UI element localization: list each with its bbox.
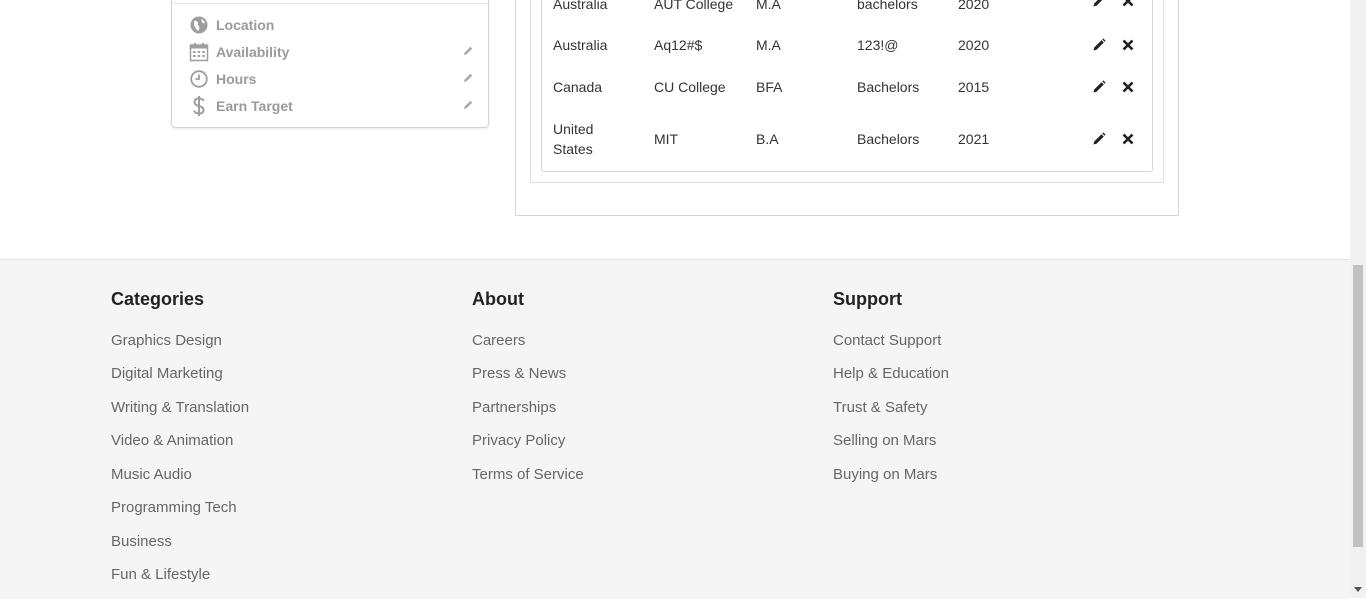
scroll-down-arrow-icon[interactable] [1354, 587, 1362, 592]
card-divider [172, 3, 488, 4]
clock-icon [188, 68, 210, 90]
earn-target-label: Earn Target [216, 98, 293, 114]
page-scrollbar[interactable] [1350, 0, 1366, 598]
title-cell: BFA [756, 79, 783, 95]
footer-link[interactable]: Partnerships [472, 399, 556, 417]
site-footer: Categories Graphics Design Digital Marke… [0, 259, 1350, 599]
footer-link[interactable]: Buying on Mars [833, 466, 937, 484]
footer-link[interactable]: Terms of Service [472, 466, 584, 484]
edit-availability-pencil-icon[interactable] [462, 44, 474, 56]
location-row: Location [188, 13, 474, 37]
edit-earn-target-pencil-icon[interactable] [462, 98, 474, 110]
year-cell: 2015 [958, 79, 990, 95]
footer-link[interactable]: Press & News [472, 365, 566, 383]
education-table [541, 0, 1153, 172]
footer-link[interactable]: Contact Support [833, 332, 941, 350]
footer-heading-about: About [472, 289, 524, 309]
major-cell: Bachelors [857, 131, 920, 147]
delete-x-icon[interactable] [1121, 38, 1135, 52]
edit-pencil-icon[interactable] [1092, 38, 1106, 52]
footer-link[interactable]: Business [111, 533, 172, 551]
major-cell: Bachelors [857, 79, 920, 95]
major-cell: 123!@ [857, 37, 899, 53]
college-cell: AUT College [654, 0, 734, 12]
title-cell: B.A [756, 131, 779, 147]
dollar-icon [188, 95, 210, 117]
title-cell: M.A [756, 37, 781, 53]
footer-link[interactable]: Privacy Policy [472, 432, 565, 450]
country-cell: Canada [553, 79, 603, 95]
year-cell: 2021 [958, 131, 990, 147]
country-cell: United States [553, 121, 594, 157]
footer-link[interactable]: Music Audio [111, 466, 192, 484]
hours-label: Hours [216, 71, 257, 87]
college-cell: CU College [654, 79, 726, 95]
year-cell: 2020 [958, 37, 990, 53]
footer-link[interactable]: Careers [472, 332, 525, 350]
scrollbar-thumb[interactable] [1353, 265, 1363, 547]
edit-pencil-icon[interactable] [1092, 132, 1106, 146]
college-cell: Aq12#$ [654, 37, 703, 53]
globe-icon [188, 14, 210, 36]
title-cell: M.A [756, 0, 781, 12]
footer-link[interactable]: Selling on Mars [833, 432, 936, 450]
profile-info-card: Location Availability Hours Earn Target [171, 0, 489, 128]
edit-pencil-icon[interactable] [1092, 0, 1106, 8]
availability-row: Availability [188, 40, 474, 64]
footer-link[interactable]: Digital Marketing [111, 365, 223, 383]
footer-link[interactable]: Trust & Safety [833, 399, 927, 417]
footer-categories-column: Categories Graphics Design Digital Marke… [111, 289, 249, 583]
earn-target-row: Earn Target [188, 94, 474, 118]
location-label: Location [216, 17, 275, 33]
footer-link[interactable]: Programming Tech [111, 499, 237, 517]
footer-link[interactable]: Writing & Translation [111, 399, 249, 417]
calendar-icon [188, 41, 210, 63]
hours-row: Hours [188, 67, 474, 91]
year-cell: 2020 [958, 0, 990, 12]
edit-pencil-icon[interactable] [1092, 80, 1106, 94]
footer-link[interactable]: Fun & Lifestyle [111, 566, 210, 584]
college-cell: MIT [654, 131, 679, 147]
delete-x-icon[interactable] [1121, 0, 1135, 8]
footer-heading-categories: Categories [111, 289, 205, 309]
footer-support-column: Support Contact Support Help & Education… [833, 289, 949, 483]
delete-x-icon[interactable] [1121, 80, 1135, 94]
country-cell: Australia [553, 0, 608, 12]
availability-label: Availability [216, 44, 290, 60]
delete-x-icon[interactable] [1121, 132, 1135, 146]
major-cell: bachelors [857, 0, 918, 12]
footer-about-column: About Careers Press & News Partnerships … [472, 289, 584, 483]
footer-link[interactable]: Help & Education [833, 365, 949, 383]
footer-link[interactable]: Graphics Design [111, 332, 222, 350]
edit-hours-pencil-icon[interactable] [462, 71, 474, 83]
footer-heading-support: Support [833, 289, 902, 309]
country-cell: Australia [553, 37, 608, 53]
footer-link[interactable]: Video & Animation [111, 432, 233, 450]
